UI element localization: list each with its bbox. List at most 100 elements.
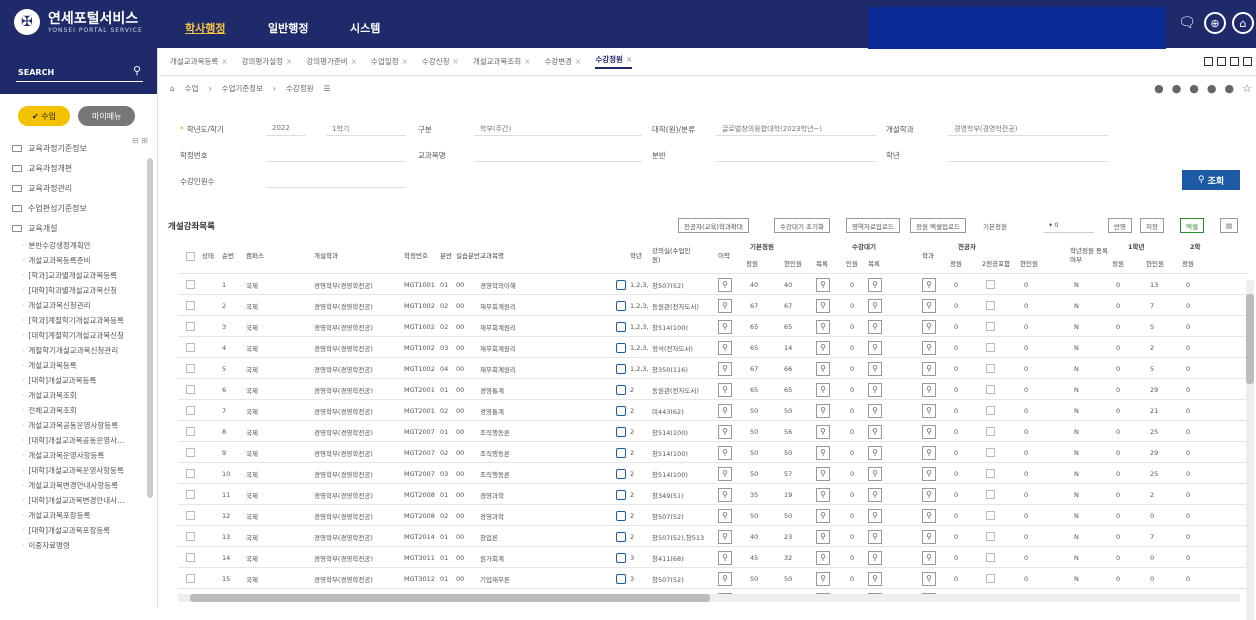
grade-input[interactable] — [948, 146, 1108, 162]
magnifier-icon[interactable]: ⚲ — [868, 382, 882, 397]
waitlist-lookup[interactable]: ⚲ — [816, 295, 830, 316]
magnifier-icon[interactable]: ⚲ — [816, 403, 830, 418]
magnifier-icon[interactable]: ⚲ — [922, 298, 936, 313]
dept-lookup[interactable]: ⚲ — [922, 400, 936, 421]
double-major-check[interactable] — [986, 484, 995, 505]
magnifier-icon[interactable]: ⚲ — [868, 340, 882, 355]
magnifier-icon[interactable]: ⚲ — [816, 361, 830, 376]
magnifier-icon[interactable]: ⚲ — [718, 571, 732, 586]
row-select[interactable] — [186, 505, 195, 526]
tree-collapse-icon[interactable]: ⊟ ⊞ — [132, 136, 148, 145]
magnifier-icon[interactable]: ⚲ — [922, 277, 936, 292]
data-upload-button[interactable]: 영역자료업로드 — [846, 218, 900, 233]
magnifier-icon[interactable]: ⚲ — [718, 508, 732, 523]
magnifier-icon[interactable]: ⚲ — [868, 277, 882, 292]
double-major-check[interactable] — [986, 463, 995, 484]
sidebar-subitem[interactable]: 개설교과목조회 — [0, 388, 157, 403]
tab-item[interactable]: 수업일정 × — [371, 56, 408, 67]
magnifier-icon[interactable]: ⚲ — [816, 424, 830, 439]
double-major-check[interactable] — [986, 421, 995, 442]
checkbox[interactable] — [986, 280, 995, 289]
year-select[interactable]: 2022 — [266, 120, 306, 136]
menu-pill-mymenu[interactable]: 마이메뉴 — [77, 106, 136, 126]
waitlist-lookup[interactable]: ⚲ — [816, 316, 830, 337]
checkbox[interactable] — [186, 532, 195, 541]
magnifier-icon[interactable]: ⚲ — [868, 466, 882, 481]
table-row[interactable]: 2 국제 경영학부(경영학전공) MGT1002 02 00 재무회계원리 1,2,3, 동원관… — [178, 295, 1248, 316]
column-header[interactable]: 개설학과 — [314, 238, 354, 274]
column-header[interactable]: 교과목명 — [480, 238, 520, 274]
waitlist-list-lookup[interactable]: ⚲ — [868, 442, 882, 463]
checkbox[interactable] — [986, 343, 995, 352]
syllabus-icon[interactable] — [616, 442, 626, 463]
save-button[interactable]: 저장 — [1140, 218, 1164, 233]
magnifier-icon[interactable]: ⚲ — [718, 445, 732, 460]
magnifier-icon[interactable]: ⚲ — [718, 424, 732, 439]
magnifier-icon[interactable]: ⚲ — [868, 487, 882, 502]
tab-close-icon[interactable]: × — [453, 57, 459, 66]
magnifier-icon[interactable]: ⚲ — [922, 487, 936, 502]
first-circle-icon[interactable]: ● — [1154, 82, 1164, 95]
magnifier-icon[interactable]: ⚲ — [922, 424, 936, 439]
dept-lookup[interactable]: ⚲ — [922, 379, 936, 400]
course-name-input[interactable] — [474, 146, 642, 162]
syllabus-icon[interactable] — [616, 547, 626, 568]
home-icon[interactable]: ⌂ — [1232, 12, 1254, 34]
checkbox[interactable] — [186, 343, 195, 352]
sidebar-search[interactable]: SEARCH ⚲ — [0, 48, 157, 94]
waitlist-lookup[interactable]: ⚲ — [816, 358, 830, 379]
syllabus-icon[interactable] — [616, 526, 626, 547]
magnifier-icon[interactable]: ⚲ — [816, 571, 830, 586]
checkbox[interactable] — [986, 322, 995, 331]
sidebar-subitem[interactable]: 개설교과목등록 — [0, 358, 157, 373]
table-row[interactable]: 15 국제 경영학부(경영학전공) MGT3012 01 00 기업재무론 3 창507(52)… — [178, 568, 1248, 589]
row-select[interactable] — [186, 484, 195, 505]
waitlist-lookup[interactable]: ⚲ — [816, 526, 830, 547]
sidebar-subitem[interactable]: 계절학기개설교과목신청관리 — [0, 343, 157, 358]
double-major-check[interactable] — [986, 337, 995, 358]
waitlist-list-lookup[interactable]: ⚲ — [868, 295, 882, 316]
excel-button[interactable]: 엑셀 — [1180, 218, 1204, 233]
tab-item[interactable]: 강의평가설정 × — [242, 56, 293, 67]
section-input[interactable] — [716, 146, 876, 162]
column-header[interactable]: 학정번호 — [404, 238, 444, 274]
dept-lookup[interactable]: ⚲ — [922, 526, 936, 547]
checkbox[interactable] — [186, 427, 195, 436]
grid-vertical-thumb[interactable] — [1246, 294, 1254, 384]
double-major-check[interactable] — [986, 274, 995, 295]
sidebar-folder[interactable]: 교육과정관리 — [0, 178, 157, 198]
tab-close-icon[interactable]: × — [221, 57, 227, 66]
term-select[interactable]: 1학기 — [326, 120, 406, 136]
history-lookup[interactable]: ⚲ — [718, 442, 732, 463]
dept-select[interactable]: 경영학부(경영학전공) — [948, 120, 1108, 136]
magnifier-icon[interactable]: ⚲ — [816, 298, 830, 313]
magnifier-icon[interactable]: ⚲ — [718, 382, 732, 397]
tab-item[interactable]: 수강정원 × — [595, 54, 633, 69]
double-major-check[interactable] — [986, 505, 995, 526]
magnifier-icon[interactable]: ⚲ — [868, 319, 882, 334]
history-lookup[interactable]: ⚲ — [718, 337, 732, 358]
sidebar-subitem[interactable]: [대학]개설교과목운영사항등록 — [0, 463, 157, 478]
history-lookup[interactable]: ⚲ — [718, 379, 732, 400]
sidebar-scrollbar[interactable] — [147, 158, 153, 498]
dept-lookup[interactable]: ⚲ — [922, 568, 936, 589]
dept-lookup[interactable]: ⚲ — [922, 274, 936, 295]
checkbox[interactable] — [986, 301, 995, 310]
waitlist-lookup[interactable]: ⚲ — [816, 274, 830, 295]
waitlist-list-lookup[interactable]: ⚲ — [868, 379, 882, 400]
magnifier-icon[interactable]: ⚲ — [718, 466, 732, 481]
history-lookup[interactable]: ⚲ — [718, 505, 732, 526]
dept-lookup[interactable]: ⚲ — [922, 295, 936, 316]
syllabus-icon[interactable] — [616, 295, 626, 316]
sidebar-subitem[interactable]: [대학]개설교과목공동운영사… — [0, 433, 157, 448]
magnifier-icon[interactable]: ⚲ — [816, 466, 830, 481]
magnifier-icon[interactable]: ⚲ — [816, 382, 830, 397]
checkbox[interactable] — [186, 490, 195, 499]
checkbox[interactable] — [986, 553, 995, 562]
table-row[interactable]: 3 국제 경영학부(경영학전공) MGT1002 02 00 재무회계원리 1,2,3, 창51… — [178, 316, 1248, 337]
major-expand-button[interactable]: 전공자(교육)학과확대 — [678, 218, 749, 233]
checkbox[interactable] — [986, 574, 995, 583]
tab-item[interactable]: 수강변경 × — [544, 56, 581, 67]
breadcrumb-item[interactable]: 수업기준정보 — [222, 83, 263, 94]
table-row[interactable]: 11 국제 경영학부(경영학전공) MGT2008 01 00 경영과학 2 창349(51) ⚲… — [178, 484, 1248, 505]
